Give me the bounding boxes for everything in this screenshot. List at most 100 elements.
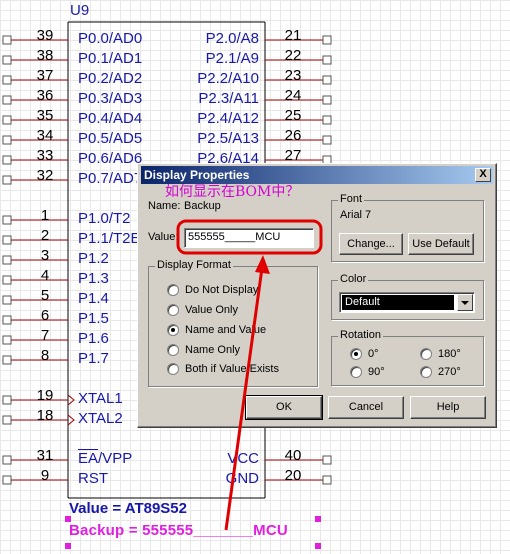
radio-label[interactable]: 270° <box>438 366 461 378</box>
color-select[interactable]: Default <box>339 292 475 313</box>
pin-number[interactable]: 35 <box>32 107 58 125</box>
pin-number[interactable]: 24 <box>280 87 306 105</box>
change-font-button[interactable]: Change... <box>339 233 403 255</box>
pin-end-marker <box>2 255 12 265</box>
name-label: Name: <box>148 200 181 212</box>
radio-both-if-value-exists[interactable] <box>167 363 179 375</box>
pin-name[interactable]: RST <box>78 470 108 488</box>
pin-name[interactable]: P1.0/T2 <box>78 210 131 228</box>
radio-name-only[interactable] <box>167 344 179 356</box>
pin-name[interactable]: EA/VPP <box>78 450 132 468</box>
value-input[interactable]: 555555_____MCU <box>184 228 314 248</box>
pin-name[interactable]: P2.4/A12 <box>197 110 259 128</box>
pin-name[interactable]: P1.7 <box>78 350 109 368</box>
pin-number[interactable]: 19 <box>32 387 58 405</box>
use-default-font-button[interactable]: Use Default <box>408 233 474 255</box>
pin-name[interactable]: P0.7/AD7 <box>78 170 142 188</box>
radio-label[interactable]: Value Only <box>185 304 238 316</box>
ok-button[interactable]: OK <box>245 395 323 420</box>
pin-name[interactable]: P0.5/AD5 <box>78 130 142 148</box>
pin-number[interactable]: 4 <box>32 267 58 285</box>
rotation-group-title: Rotation <box>338 329 383 341</box>
radio-label[interactable]: Do Not Display <box>185 284 258 296</box>
pin-end-marker <box>2 475 12 485</box>
pin-number[interactable]: 40 <box>280 447 306 465</box>
pin-name[interactable]: VCC <box>227 450 259 468</box>
pin-number[interactable]: 38 <box>32 47 58 65</box>
radio-rotation-0[interactable] <box>350 348 362 360</box>
rotation-group: Rotation 0° 90° 180° 270° <box>331 329 484 386</box>
pin-number[interactable]: 18 <box>32 407 58 425</box>
radio-rotation-180[interactable] <box>420 348 432 360</box>
pin-number[interactable]: 39 <box>32 27 58 45</box>
pin-name[interactable]: P1.6 <box>78 330 109 348</box>
close-button[interactable]: X <box>475 168 491 182</box>
pin-name[interactable]: P0.4/AD4 <box>78 110 142 128</box>
dropdown-arrow-icon[interactable] <box>457 294 473 311</box>
pin-name[interactable]: XTAL2 <box>78 410 123 428</box>
pin-number[interactable]: 5 <box>32 287 58 305</box>
pin-name[interactable]: P0.6/AD6 <box>78 150 142 168</box>
pin-end-marker <box>2 35 12 45</box>
pin-name[interactable]: P2.0/A8 <box>206 30 259 48</box>
backup-label[interactable]: Backup = 555555_______MCU <box>69 522 288 540</box>
pin-name[interactable]: XTAL1 <box>78 390 123 408</box>
pin-number[interactable]: 31 <box>32 447 58 465</box>
value-label[interactable]: Value = AT89S52 <box>69 500 187 518</box>
pin-name[interactable]: P1.2 <box>78 250 109 268</box>
color-group-title: Color <box>338 273 369 285</box>
radio-value-only[interactable] <box>167 304 179 316</box>
help-button[interactable]: Help <box>410 396 486 419</box>
radio-label[interactable]: 0° <box>368 348 379 360</box>
pin-number[interactable]: 37 <box>32 67 58 85</box>
pin-name[interactable]: GND <box>226 470 259 488</box>
radio-name-and-value[interactable] <box>167 324 179 336</box>
pin-number[interactable]: 7 <box>32 327 58 345</box>
radio-label[interactable]: 180° <box>438 348 461 360</box>
pin-number[interactable]: 36 <box>32 87 58 105</box>
pin-name[interactable]: P2.1/A9 <box>206 50 259 68</box>
cancel-button[interactable]: Cancel <box>328 396 404 419</box>
pin-end-marker <box>2 75 12 85</box>
pin-number[interactable]: 20 <box>280 467 306 485</box>
pin-number[interactable]: 33 <box>32 147 58 165</box>
pin-number[interactable]: 1 <box>32 207 58 225</box>
radio-rotation-270[interactable] <box>420 366 432 378</box>
pin-number[interactable]: 34 <box>32 127 58 145</box>
pin-number[interactable]: 21 <box>280 27 306 45</box>
pin-name[interactable]: P2.5/A13 <box>197 130 259 148</box>
pin-name[interactable]: P2.3/A11 <box>198 90 259 108</box>
pin-end-marker <box>2 155 12 165</box>
radio-label[interactable]: Name and Value <box>185 324 266 336</box>
pin-name[interactable]: P1.5 <box>78 310 109 328</box>
pin-name[interactable]: P2.2/A10 <box>197 70 259 88</box>
pin-name[interactable]: P0.0/AD0 <box>78 30 142 48</box>
display-properties-dialog: Display Properties X Name: Backup Value:… <box>137 163 497 428</box>
pin-number[interactable]: 22 <box>280 47 306 65</box>
pin-number[interactable]: 9 <box>32 467 58 485</box>
pin-name[interactable]: P1.4 <box>78 290 109 308</box>
pin-number[interactable]: 6 <box>32 307 58 325</box>
radio-label[interactable]: Both if Value Exists <box>185 363 279 375</box>
pin-number[interactable]: 25 <box>280 107 306 125</box>
chip-designator[interactable]: U9 <box>70 2 89 20</box>
pin-name[interactable]: P0.1/AD1 <box>78 50 142 68</box>
pin-name[interactable]: P0.2/AD2 <box>78 70 142 88</box>
pin-number[interactable]: 2 <box>32 227 58 245</box>
pin-number[interactable]: 23 <box>280 67 306 85</box>
pin-number[interactable]: 3 <box>32 247 58 265</box>
pin-number[interactable]: 8 <box>32 347 58 365</box>
pin-end-marker <box>2 395 12 405</box>
pin-end-marker <box>2 455 12 465</box>
radio-label[interactable]: Name Only <box>185 344 240 356</box>
radio-rotation-90[interactable] <box>350 366 362 378</box>
radio-do-not-display[interactable] <box>167 284 179 296</box>
pin-end-marker <box>2 215 12 225</box>
pin-name[interactable]: P1.3 <box>78 270 109 288</box>
clock-indicator-icon <box>67 414 75 426</box>
pin-number[interactable]: 32 <box>32 167 58 185</box>
pin-name[interactable]: P0.3/AD3 <box>78 90 142 108</box>
radio-label[interactable]: 90° <box>368 366 385 378</box>
pin-number[interactable]: 26 <box>280 127 306 145</box>
pin-end-marker <box>322 55 332 65</box>
